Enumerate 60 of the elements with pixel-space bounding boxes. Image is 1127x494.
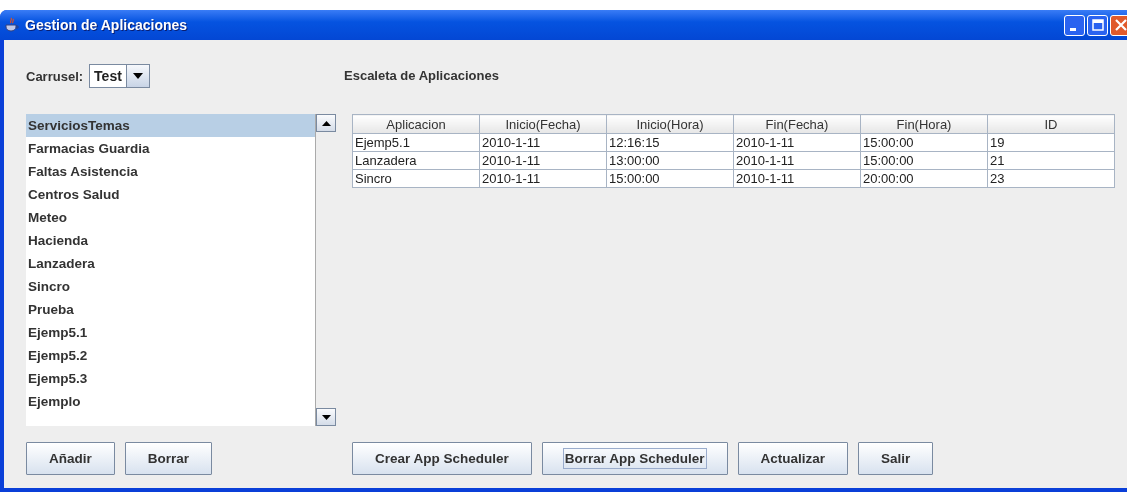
list-item[interactable]: Ejemplo [26, 390, 315, 413]
table-cell: Sincro [352, 169, 480, 188]
list-item[interactable]: Prueba [26, 298, 315, 321]
maximize-button[interactable] [1087, 14, 1108, 36]
table-cell: 15:00:00 [860, 151, 988, 170]
table-cell: 19 [987, 133, 1115, 152]
list-item[interactable]: Faltas Asistencia [26, 160, 315, 183]
table-cell: Ejemp5.1 [352, 133, 480, 152]
column-header[interactable]: Inicio(Hora) [606, 114, 734, 134]
table-cell: 12:16:15 [606, 133, 734, 152]
caret-icon [132, 73, 143, 79]
section-title: Escaleta de Aplicaciones [344, 67, 500, 85]
action-button[interactable]: Borrar [124, 442, 213, 475]
window-title: Gestion de Aplicaciones [25, 17, 188, 33]
coffee-cup-icon [4, 17, 20, 33]
scroll-down-button[interactable] [316, 408, 336, 426]
action-button[interactable]: Crear App Scheduler [352, 442, 532, 475]
action-button[interactable]: Salir [858, 442, 934, 475]
table-cell: 13:00:00 [606, 151, 734, 170]
column-header[interactable]: ID [987, 114, 1115, 134]
table-cell: 21 [987, 151, 1115, 170]
table-cell: 2010-1-11 [733, 151, 861, 170]
table-cell: 2010-1-11 [479, 151, 607, 170]
column-header[interactable]: Inicio(Fecha) [479, 114, 607, 134]
table-cell: 2010-1-11 [479, 133, 607, 152]
column-header[interactable]: Fin(Fecha) [733, 114, 861, 134]
list-item[interactable]: Centros Salud [26, 183, 315, 206]
table-cell: 23 [987, 169, 1115, 188]
list-item[interactable]: Ejemp5.2 [26, 344, 315, 367]
table-cell: 15:00:00 [860, 133, 988, 152]
close-button[interactable] [1110, 14, 1127, 36]
scrollbar[interactable] [315, 114, 336, 426]
action-button[interactable]: Añadir [26, 442, 115, 475]
list-item[interactable]: Ejemp5.1 [26, 321, 315, 344]
action-button[interactable]: Actualizar [737, 442, 849, 475]
carrusel-dropdown[interactable]: Test [89, 64, 150, 88]
list-item[interactable]: Ejemp5.3 [26, 367, 315, 390]
table-cell: 2010-1-11 [479, 169, 607, 188]
list-item[interactable]: ServiciosTemas [26, 114, 315, 137]
scroll-up-button[interactable] [316, 114, 336, 132]
table-cell: Lanzadera [352, 151, 480, 170]
list-item[interactable]: Farmacias Guardia [26, 137, 315, 160]
column-header[interactable]: Fin(Hora) [860, 114, 988, 134]
down-arrow-icon [321, 414, 331, 420]
table-cell: 15:00:00 [606, 169, 734, 188]
list-item[interactable]: Lanzadera [26, 252, 315, 275]
minimize-button[interactable] [1064, 14, 1085, 36]
up-arrow-icon [321, 120, 331, 126]
column-header[interactable]: Aplicacion [352, 114, 480, 134]
list-item[interactable]: Hacienda [26, 229, 315, 252]
minimize-icon [1069, 27, 1076, 31]
maximize-icon [1091, 19, 1104, 31]
action-button[interactable]: Borrar App Scheduler [541, 442, 728, 475]
table-cell: 2010-1-11 [733, 169, 861, 188]
table-cell: 20:00:00 [860, 169, 988, 188]
close-icon [1114, 19, 1127, 31]
table-cell: 2010-1-11 [733, 133, 861, 152]
list-item[interactable]: Sincro [26, 275, 315, 298]
list-item[interactable]: Meteo [26, 206, 315, 229]
carrusel-label: Carrusel: [26, 68, 84, 84]
